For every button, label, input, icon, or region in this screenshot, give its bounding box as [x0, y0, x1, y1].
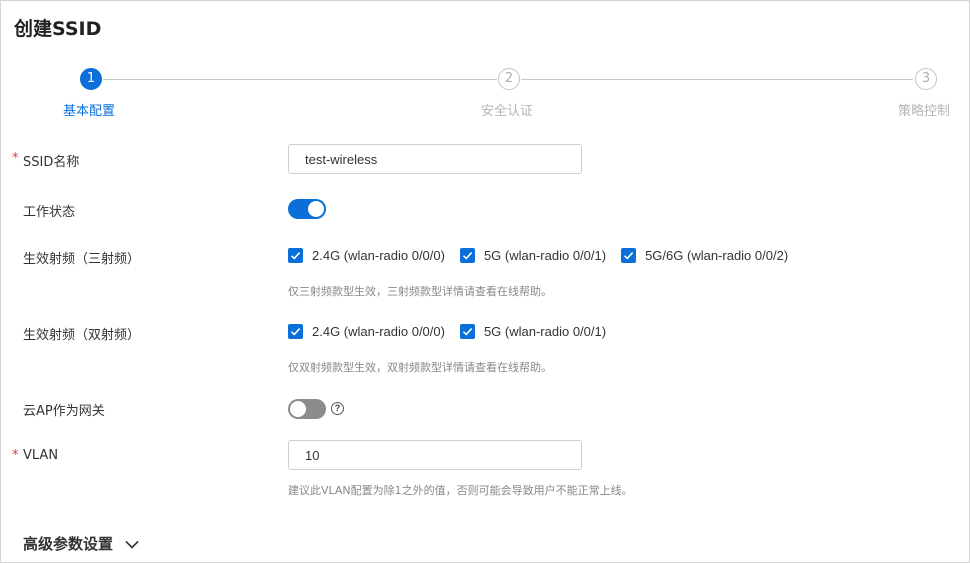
- radio-tri-5g6g-checkbox[interactable]: 5G/6G (wlan-radio 0/0/2): [621, 248, 788, 263]
- checkbox-checked-icon[interactable]: [621, 248, 637, 263]
- question-circle-icon[interactable]: ?: [331, 402, 344, 415]
- radio-tri-5g-text: 5G (wlan-radio 0/0/1): [483, 248, 607, 263]
- required-marker: *: [12, 151, 19, 166]
- ssid-name-input[interactable]: [288, 144, 582, 174]
- step-1-label: 基本配置: [63, 104, 116, 119]
- step-3-label: 策略控制: [898, 104, 951, 119]
- checkbox-checked-icon[interactable]: [459, 248, 475, 263]
- radio-tri-hint: 仅三射频款型生效，三射频款型详情请查看在线帮助。: [288, 285, 552, 298]
- ssid-name-label: SSID名称: [23, 155, 80, 170]
- dialog-frame: [0, 0, 970, 563]
- radio-tri-checkbox-group: 2.4G (wlan-radio 0/0/0) 5G (wlan-radio 0…: [288, 248, 803, 263]
- vlan-hint: 建议此VLAN配置为除1之外的值，否则可能会导致用户不能正常上线。: [288, 484, 633, 497]
- radio-tri-2g-text: 2.4G (wlan-radio 0/0/0): [312, 248, 445, 263]
- toggle-knob: [308, 201, 324, 217]
- toggle-knob: [290, 401, 306, 417]
- radio-dual-checkbox-group: 2.4G (wlan-radio 0/0/0) 5G (wlan-radio 0…: [288, 324, 621, 339]
- radio-dual-5g-checkbox[interactable]: 5G (wlan-radio 0/0/1): [459, 324, 607, 339]
- checkbox-checked-icon[interactable]: [288, 324, 303, 339]
- step-connector-1: [103, 79, 497, 80]
- radio-tri-label: 生效射频（三射频）: [23, 252, 141, 267]
- radio-tri-5g-checkbox[interactable]: 5G (wlan-radio 0/0/1): [459, 248, 607, 263]
- advanced-settings-label: 高级参数设置: [23, 535, 114, 553]
- radio-dual-5g-text: 5G (wlan-radio 0/0/1): [483, 324, 607, 339]
- advanced-settings-toggle[interactable]: 高级参数设置: [23, 533, 139, 554]
- step-connector-2: [521, 79, 913, 80]
- required-marker: *: [12, 448, 19, 463]
- vlan-label: VLAN: [23, 448, 59, 463]
- radio-dual-2g-text: 2.4G (wlan-radio 0/0/0): [312, 324, 445, 339]
- radio-dual-hint: 仅双射频款型生效，双射频款型详情请查看在线帮助。: [288, 361, 552, 374]
- page-title: 创建SSID: [14, 18, 102, 40]
- cloud-ap-gateway-label: 云AP作为网关: [23, 404, 105, 419]
- checkbox-checked-icon[interactable]: [288, 248, 303, 263]
- radio-dual-2g-checkbox[interactable]: 2.4G (wlan-radio 0/0/0): [288, 324, 445, 339]
- radio-tri-5g6g-text: 5G/6G (wlan-radio 0/0/2): [645, 248, 789, 263]
- step-2-circle: 2: [498, 68, 520, 90]
- work-status-label: 工作状态: [23, 205, 76, 220]
- step-2-label: 安全认证: [481, 104, 534, 119]
- radio-dual-label: 生效射频（双射频）: [23, 328, 141, 343]
- checkbox-checked-icon[interactable]: [459, 324, 475, 339]
- step-3-circle: 3: [915, 68, 937, 90]
- work-status-toggle[interactable]: [288, 199, 326, 219]
- step-1-circle: 1: [80, 68, 102, 90]
- chevron-down-icon: [125, 535, 139, 553]
- vlan-input[interactable]: [288, 440, 582, 470]
- radio-tri-2g-checkbox[interactable]: 2.4G (wlan-radio 0/0/0): [288, 248, 445, 263]
- cloud-ap-gateway-toggle[interactable]: [288, 399, 326, 419]
